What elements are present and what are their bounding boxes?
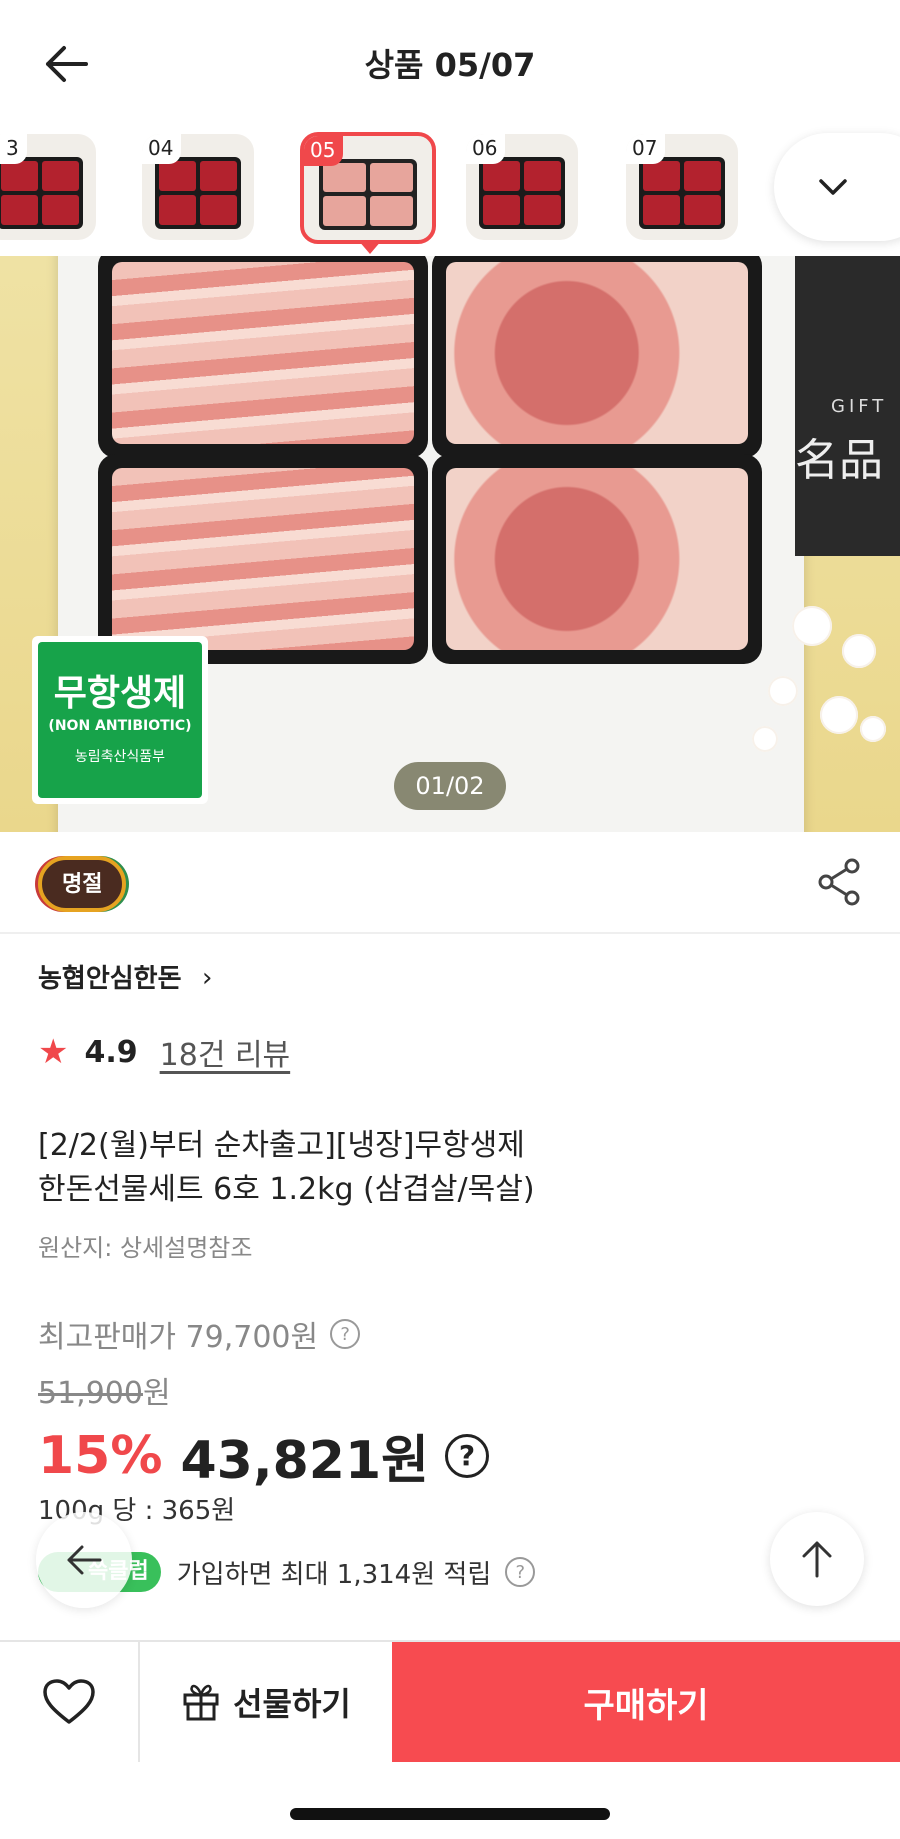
holiday-badge: 명절 xyxy=(38,856,127,912)
original-price: 51,900원 xyxy=(38,1376,171,1411)
scroll-to-top-button[interactable] xyxy=(770,1512,864,1606)
thumbnail-05[interactable]: 05 xyxy=(300,132,436,244)
brand-link[interactable]: 농협안심한돈 xyxy=(38,958,182,995)
question-icon[interactable]: ? xyxy=(444,1433,489,1478)
thumbnail-number: 06 xyxy=(466,134,506,164)
heart-icon xyxy=(43,1679,95,1724)
question-icon[interactable]: ? xyxy=(505,1557,536,1587)
thumbnail-04[interactable]: 04 xyxy=(142,134,254,240)
gift-icon xyxy=(183,1684,219,1721)
share-icon xyxy=(818,858,860,906)
flower-decoration xyxy=(792,606,832,646)
arrow-up-icon xyxy=(802,1541,832,1578)
max-price-row: 최고판매가 79,700원 ? xyxy=(38,1312,361,1356)
expand-thumbnails-button[interactable] xyxy=(774,133,900,241)
page-title: 상품 05/07 xyxy=(364,46,536,84)
home-indicator xyxy=(290,1808,610,1820)
product-title: [2/2(월)부터 순차출고][냉장]무항생제 한돈선물세트 6호 1.2kg … xyxy=(38,1128,535,1207)
gift-button-label: 선물하기 xyxy=(233,1685,351,1723)
thumbnail-strip: 3 04 05 06 07 xyxy=(0,128,900,256)
active-thumbnail-pointer xyxy=(358,240,382,254)
thumbnail-number: 04 xyxy=(142,134,182,164)
bottom-action-bar: 선물하기 구매하기 xyxy=(0,1640,900,1762)
origin-text: 원산지: 상세설명참조 xyxy=(38,1234,253,1262)
gift-button[interactable]: 선물하기 xyxy=(140,1642,392,1762)
buy-button[interactable]: 구매하기 xyxy=(392,1642,900,1762)
sale-price: 43,821원 xyxy=(180,1431,429,1491)
share-button[interactable] xyxy=(816,858,864,906)
image-pager: 01/02 xyxy=(394,762,506,810)
question-icon[interactable]: ? xyxy=(330,1319,361,1349)
discount-rate: 15% xyxy=(38,1425,163,1486)
badge-row: 명절 xyxy=(0,832,900,934)
thumbnail-number: 3 xyxy=(0,134,27,164)
reviews-link[interactable]: 18건 리뷰 xyxy=(160,1030,291,1074)
rating-row: ★ 4.9 18건 리뷰 xyxy=(38,1030,290,1074)
gift-box-lid: GIFT 名品 xyxy=(795,256,900,556)
non-antibiotic-certification: 무항생제 (NON ANTIBIOTIC) 농림축산식품부 xyxy=(32,636,208,804)
thumbnail-number: 07 xyxy=(626,134,666,164)
star-icon: ★ xyxy=(38,1032,69,1072)
floating-back-button[interactable] xyxy=(36,1512,132,1608)
product-image[interactable]: GIFT 名品 무항생제 (NON ANTIBIOTIC) 농림축산식품부 xyxy=(0,256,900,832)
max-price: 최고판매가 79,700원 xyxy=(38,1320,319,1355)
wishlist-button[interactable] xyxy=(0,1642,140,1762)
thumbnail-number: 05 xyxy=(304,136,344,166)
chevron-down-icon xyxy=(819,179,847,195)
sale-price-row: 15% 43,821원 ? xyxy=(38,1418,489,1493)
thumbnail-07[interactable]: 07 xyxy=(626,134,738,240)
points-text: 가입하면 최대 1,314원 적립 xyxy=(176,1559,492,1590)
thumbnail-06[interactable]: 06 xyxy=(466,134,578,240)
chevron-right-icon[interactable]: › xyxy=(202,963,212,993)
arrow-left-icon xyxy=(67,1545,102,1575)
thumbnail-03[interactable]: 3 xyxy=(0,134,96,240)
header: 상품 05/07 xyxy=(0,0,900,128)
rating-score: 4.9 xyxy=(84,1034,138,1070)
